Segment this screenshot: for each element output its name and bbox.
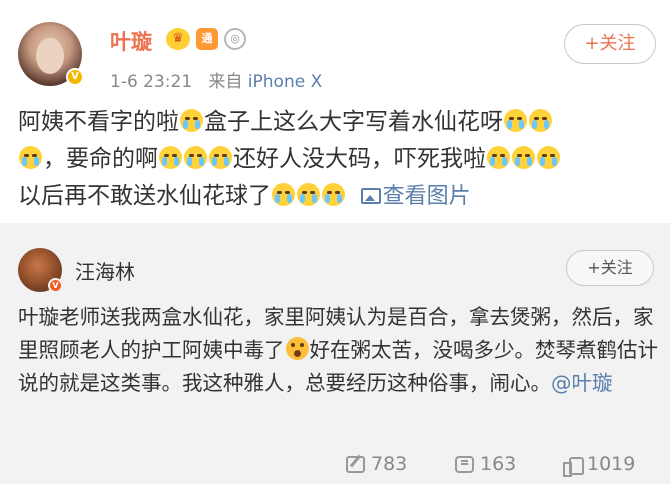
post-text-segment: 以后再不敢送水仙花球了 (18, 183, 271, 209)
reposted-comment: V 汪海林 +关注 叶璇老师送我两盒水仙花，家里阿姨认为是百合，拿去煲粥，然后，… (0, 223, 670, 484)
thumbs-up-icon (563, 455, 584, 477)
crying-emoji-icon (487, 146, 510, 169)
crying-emoji-icon (297, 183, 320, 206)
vip-crown-icon[interactable]: ♛ (166, 28, 190, 50)
post-text-segment: 盒子上这么大字写着水仙花呀 (204, 109, 503, 135)
action-bar: 783 163 1019 (0, 445, 670, 484)
comment-icon (455, 455, 474, 473)
image-icon (360, 188, 381, 204)
source-device[interactable]: iPhone X (248, 72, 322, 92)
verified-icon: V (66, 68, 84, 86)
original-post: V 叶璇 ♛ 通 ◎ 1-6 23:21 来自 iPhone X +关注 阿姨不… (0, 0, 670, 223)
repost-count: 783 (371, 453, 408, 475)
member-icon[interactable]: 通 (196, 28, 218, 50)
crying-emoji-icon (537, 146, 560, 169)
repost-follow-button[interactable]: +关注 (566, 250, 654, 286)
crying-emoji-icon (504, 109, 527, 132)
surprised-emoji-icon (285, 337, 309, 360)
post-text: 阿姨不看字的啦 盒子上这么大字写着水仙花呀 ，要命的啊 还好人没大码，吓死我啦 以后… (18, 104, 658, 215)
crying-emoji-icon (159, 146, 182, 169)
comment-button[interactable]: 163 (455, 453, 516, 475)
crying-emoji-icon (19, 146, 42, 169)
view-images-label: 查看图片 (382, 184, 471, 209)
post-meta: 1-6 23:21 来自 iPhone X (110, 67, 322, 92)
post-text-segment: ，要命的啊 (43, 146, 158, 172)
crying-emoji-icon (184, 146, 207, 169)
repost-author-name[interactable]: 汪海林 (75, 256, 135, 285)
post-text-segment: 还好人没大码，吓死我啦 (233, 146, 486, 172)
crying-emoji-icon (529, 109, 552, 132)
view-images-link[interactable]: 查看图片 (360, 184, 471, 209)
crying-emoji-icon (322, 183, 345, 206)
crying-emoji-icon (209, 146, 232, 169)
like-button[interactable]: 1019 (563, 453, 636, 477)
user-badges: ♛ 通 ◎ (166, 26, 246, 52)
repost-icon (346, 455, 365, 473)
rank-medal-icon[interactable]: ◎ (224, 28, 246, 50)
comment-count: 163 (480, 453, 517, 475)
post-timestamp: 1-6 23:21 (110, 72, 193, 92)
author-name[interactable]: 叶璇 (110, 26, 152, 56)
crying-emoji-icon (180, 109, 203, 132)
mention-link[interactable]: @叶璇 (551, 371, 613, 395)
repost-button[interactable]: 783 (346, 453, 407, 475)
like-count: 1019 (587, 453, 636, 475)
source-prefix: 来自 (208, 72, 243, 92)
post-text-segment: 阿姨不看字的啦 (18, 109, 179, 135)
crying-emoji-icon (512, 146, 535, 169)
crying-emoji-icon (272, 183, 295, 206)
verified-icon: V (48, 278, 63, 293)
repost-text: 叶璇老师送我两盒水仙花，家里阿姨认为是百合，拿去煲粥，然后，家里照顾老人的护工阿… (18, 301, 658, 400)
follow-button[interactable]: +关注 (564, 24, 656, 64)
